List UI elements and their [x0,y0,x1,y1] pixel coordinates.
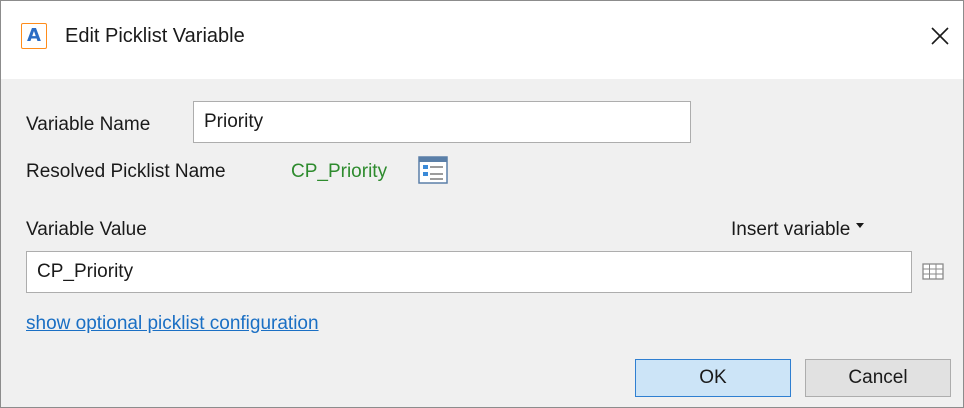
variable-value-text: CP_Priority [37,261,134,282]
cancel-button[interactable]: Cancel [805,359,951,397]
insert-variable-label: Insert variable [731,219,851,240]
dialog-body: Variable Name Priority Resolved Picklist… [1,79,963,407]
chevron-down-icon [856,223,865,229]
dialog-title: Edit Picklist Variable [65,25,245,47]
app-icon: A [21,23,47,49]
close-icon [931,27,949,45]
variable-name-label: Variable Name [26,114,151,135]
ok-button[interactable]: OK [635,359,791,397]
variable-value-label: Variable Value [26,219,147,240]
close-button[interactable] [923,19,957,53]
insert-variable-dropdown[interactable]: Insert variable [731,219,865,241]
resolved-picklist-name-label: Resolved Picklist Name [26,161,226,182]
variable-name-input[interactable]: Priority [193,101,691,143]
picklist-button[interactable] [417,155,449,185]
resolved-picklist-name-value: CP_Priority [291,161,388,182]
variable-name-value: Priority [204,111,264,132]
show-optional-picklist-configuration-link[interactable]: show optional picklist configuration [26,313,319,335]
variable-value-input[interactable]: CP_Priority [26,251,912,293]
title-bar[interactable]: A Edit Picklist Variable [1,1,963,79]
edit-picklist-variable-dialog: A Edit Picklist Variable Variable Name P… [0,0,964,408]
table-button[interactable] [921,262,945,282]
table-icon [922,263,944,280]
picklist-icon [418,156,448,184]
